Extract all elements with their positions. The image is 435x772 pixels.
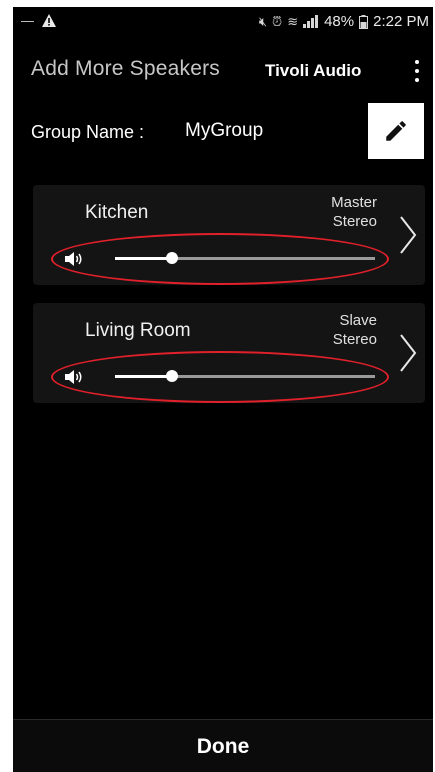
chevron-right-icon[interactable] — [397, 215, 419, 255]
volume-fill — [115, 257, 173, 260]
bottom-bar: Done — [13, 719, 433, 772]
speaker-role: Master Stereo — [331, 193, 377, 231]
status-time: 2:22 PM — [373, 13, 429, 30]
speaker-card-kitchen[interactable]: Kitchen Master Stereo — [33, 185, 425, 285]
volume-slider[interactable] — [115, 370, 375, 382]
app-header: Add More Speakers Tivoli Audio — [13, 51, 433, 91]
speaker-role: Slave Stereo — [333, 311, 377, 349]
volume-thumb[interactable] — [166, 252, 179, 264]
chevron-right-icon[interactable] — [397, 333, 419, 373]
group-name-value: MyGroup — [185, 120, 264, 141]
overflow-menu-icon[interactable] — [409, 57, 425, 85]
volume-thumb[interactable] — [166, 370, 179, 382]
brand-title: Tivoli Audio — [265, 61, 362, 80]
signal-icon — [303, 15, 319, 28]
pencil-icon — [386, 121, 406, 141]
status-bar: — 🔇︎ ⏰︎ ≋ 48% 2:22 PM — [13, 7, 433, 37]
volume-slider[interactable] — [115, 252, 375, 264]
volume-icon[interactable] — [65, 369, 83, 385]
minus-icon: — — [21, 13, 34, 28]
group-name-label: Group Name : — [31, 122, 145, 142]
battery-icon — [359, 14, 369, 29]
mute-icon: 🔇︎ — [258, 13, 268, 29]
wifi-icon: ≋ — [287, 13, 299, 29]
volume-fill — [115, 375, 173, 378]
speaker-card-living-room[interactable]: Living Room Slave Stereo — [33, 303, 425, 403]
alarm-icon: ⏰︎ — [272, 13, 283, 29]
add-more-speakers-button[interactable]: Add More Speakers — [31, 57, 220, 81]
speaker-role-line1: Master — [331, 194, 377, 211]
speaker-name: Living Room — [85, 320, 191, 341]
done-button[interactable]: Done — [197, 735, 250, 759]
battery-percent: 48% — [324, 13, 355, 30]
warning-icon — [42, 14, 56, 27]
speaker-role-line1: Slave — [339, 312, 377, 329]
speaker-role-line2: Stereo — [332, 213, 377, 230]
speaker-role-line2: Stereo — [332, 331, 377, 348]
edit-group-button[interactable] — [368, 103, 424, 159]
phone-screen: — 🔇︎ ⏰︎ ≋ 48% 2:22 PM Add More Speakers … — [13, 7, 433, 772]
volume-icon[interactable] — [65, 251, 83, 267]
speaker-name: Kitchen — [85, 202, 149, 223]
